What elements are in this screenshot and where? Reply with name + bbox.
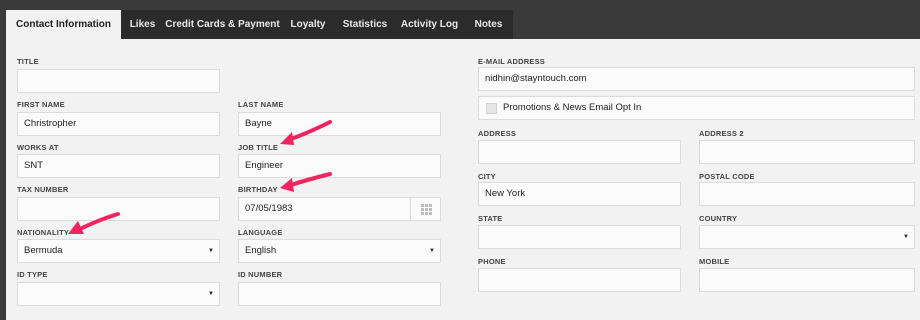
pink-arrow-icon [280,120,332,145]
mobile-label: MOBILE [699,257,730,266]
chevron-down-icon: ▼ [429,248,435,254]
address2-label: ADDRESS 2 [699,129,744,138]
tab-likes[interactable]: Likes [121,10,164,39]
first-name-label: FIRST NAME [17,100,65,109]
address-input[interactable] [478,140,681,164]
email-label: E-MAIL ADDRESS [478,57,545,66]
title-label: TITLE [17,57,39,66]
mobile-input[interactable] [699,268,915,292]
first-name-input[interactable]: Christropher [17,112,220,136]
id-type-select[interactable]: ▼ [17,282,220,306]
country-select[interactable]: ▼ [699,225,915,249]
works-at-input[interactable]: SNT [17,154,220,178]
tab-bar: Contact Information Likes Credit Cards &… [6,10,920,39]
postal-code-label: POSTAL CODE [699,172,755,181]
state-input[interactable] [478,225,681,249]
address-label: ADDRESS [478,129,517,138]
chevron-down-icon: ▼ [208,248,214,254]
tax-number-label: TAX NUMBER [17,185,69,194]
address2-input[interactable] [699,140,915,164]
last-name-label: LAST NAME [238,100,284,109]
tab-contact-information[interactable]: Contact Information [6,10,121,39]
language-value: English [245,245,277,256]
id-type-label: ID TYPE [17,270,48,279]
tab-notes[interactable]: Notes [464,10,513,39]
title-input[interactable] [17,69,220,93]
job-title-input[interactable]: Engineer [238,154,441,178]
chevron-down-icon: ▼ [208,291,214,297]
birthday-value: 07/05/1983 [245,203,293,214]
promotions-opt-in-label: Promotions & News Email Opt In [503,102,642,113]
last-name-input[interactable]: Bayne [238,112,441,136]
birthday-input[interactable]: 07/05/1983 [238,197,441,221]
country-label: COUNTRY [699,214,738,223]
state-label: STATE [478,214,503,223]
city-input[interactable]: New York [478,182,681,206]
language-select[interactable]: English ▼ [238,239,441,263]
nationality-select[interactable]: Bermuda ▼ [17,239,220,263]
id-number-label: ID NUMBER [238,270,283,279]
pink-arrow-icon [68,212,120,234]
contact-information-panel: TITLE FIRST NAME Christropher LAST NAME … [6,39,920,320]
nationality-label: NATIONALITY [17,228,70,237]
promotions-opt-in-checkbox[interactable] [486,103,497,114]
id-number-input[interactable] [238,282,441,306]
nationality-value: Bermuda [24,245,63,256]
pink-arrow-icon [280,172,332,192]
postal-code-input[interactable] [699,182,915,206]
tab-loyalty[interactable]: Loyalty [281,10,335,39]
calendar-grid-icon[interactable] [410,198,440,220]
language-label: LANGUAGE [238,228,283,237]
job-title-label: JOB TITLE [238,143,279,152]
works-at-label: WORKS AT [17,143,59,152]
chevron-down-icon: ▼ [903,234,909,240]
tab-activity-log[interactable]: Activity Log [395,10,464,39]
email-input[interactable]: nidhin@stayntouch.com [478,67,915,91]
city-label: CITY [478,172,496,181]
birthday-label: BIRTHDAY [238,185,278,194]
phone-label: PHONE [478,257,506,266]
phone-input[interactable] [478,268,681,292]
tab-statistics[interactable]: Statistics [335,10,395,39]
tab-credit-cards-payment[interactable]: Credit Cards & Payment [164,10,281,39]
promotions-opt-in-row[interactable]: Promotions & News Email Opt In [478,96,915,120]
